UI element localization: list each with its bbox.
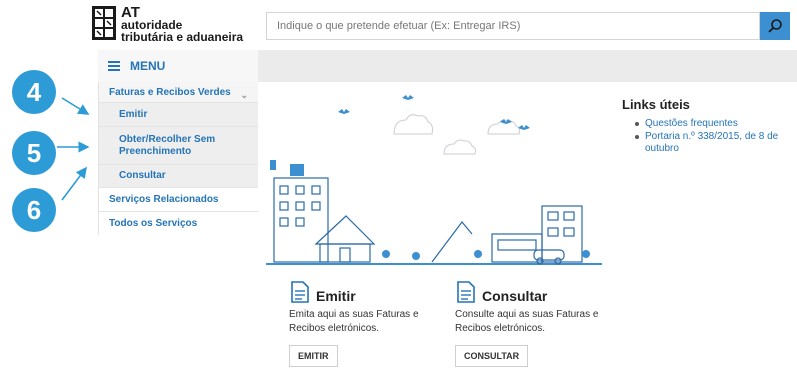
arrow-4 [61,97,90,115]
arrow-6 [61,166,87,201]
callout-5: 5 [12,131,56,175]
city-illustration [266,95,602,265]
link-portaria[interactable]: Portaria n.º 338/2015, de 8 de outubro [635,131,795,155]
emitir-card-title: Emitir [316,288,356,304]
link-questoes-frequentes[interactable]: Questões frequentes [635,118,795,130]
document-icon [457,281,475,303]
callout-4: 4 [12,70,56,114]
callout-6: 6 [12,188,56,232]
consultar-button[interactable]: CONSULTAR [455,345,529,367]
document-icon [291,281,309,303]
links-list: Questões frequentes Portaria n.º 338/201… [635,118,795,156]
consultar-card-title: Consultar [482,288,548,304]
links-title: Links úteis [622,97,690,112]
consultar-card-description: Consulte aqui as suas Faturas e Recibos … [455,309,599,334]
emitir-card-description: Emita aqui as suas Faturas e Recibos ele… [289,309,419,334]
emitir-button[interactable]: EMITIR [289,345,338,367]
